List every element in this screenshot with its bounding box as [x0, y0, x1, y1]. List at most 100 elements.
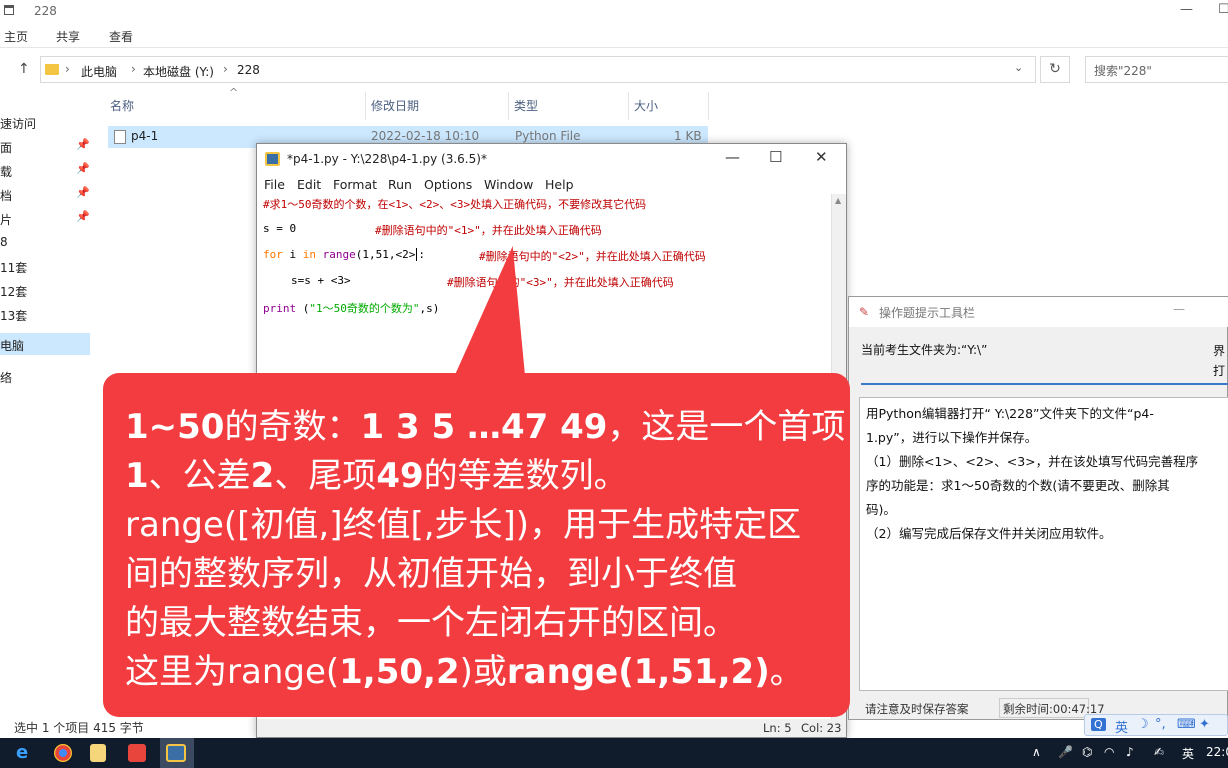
progress-bar: [861, 383, 1228, 385]
instructions-box: 用Python编辑器打开“ Y:\228”文件夹下的文件“p4- 1.py”，进…: [859, 397, 1228, 691]
column-date[interactable]: 修改日期: [371, 97, 419, 114]
column-type[interactable]: 类型: [514, 97, 538, 114]
address-bar[interactable]: › 此电脑 › 本地磁盘 (Y:) › 228: [40, 56, 1036, 83]
tab-home[interactable]: 主页: [4, 28, 28, 45]
sidebar-item[interactable]: 12套: [0, 279, 90, 301]
column-divider: [628, 92, 629, 120]
chevron-down-icon[interactable]: ⌄: [1014, 61, 1023, 74]
menu-format[interactable]: Format: [333, 177, 377, 192]
file-type: Python File: [515, 129, 581, 143]
moon-icon[interactable]: ☽: [1137, 717, 1149, 732]
app-icon[interactable]: [128, 744, 146, 762]
chrome-icon[interactable]: [54, 744, 72, 762]
chevron-up-icon[interactable]: ∧: [1032, 745, 1041, 759]
search-input[interactable]: 搜索"228": [1085, 56, 1228, 83]
sidebar-item[interactable]: 速访问: [0, 111, 90, 133]
maximize-icon[interactable]: ☐: [1218, 2, 1228, 17]
sidebar-item[interactable]: 载 📌: [0, 159, 90, 181]
input-language[interactable]: 英: [1182, 745, 1194, 762]
chevron-right-icon: ›: [131, 62, 136, 76]
edge-icon[interactable]: e: [16, 743, 38, 763]
idle-titlebar: *p4-1.py - Y:\228\p4-1.py (3.6.5)* — ☐ ✕: [257, 144, 846, 174]
column-number: Col: 23: [801, 721, 842, 735]
hint-title: 操作题提示工具栏: [879, 306, 976, 320]
menu-window[interactable]: Window: [484, 177, 533, 192]
ribbon: 主页 共享 查看: [0, 22, 1228, 48]
file-explorer-icon[interactable]: [90, 744, 106, 762]
close-icon[interactable]: ✕: [815, 148, 828, 166]
file-date: 2022-02-18 10:10: [371, 129, 480, 143]
pen-icon[interactable]: ✍: [1154, 745, 1164, 759]
sidebar-item[interactable]: 片 📌: [0, 207, 90, 229]
menu-file[interactable]: File: [264, 177, 285, 192]
sidebar-item-network[interactable]: 络: [0, 365, 90, 387]
tab-view[interactable]: 查看: [109, 28, 133, 45]
sogou-icon[interactable]: Q: [1091, 718, 1106, 731]
sidebar-item[interactable]: 档 📌: [0, 183, 90, 205]
column-divider: [508, 92, 509, 120]
line-number: Ln: 5: [763, 721, 792, 735]
explorer-status: 选中 1 个项目 415 字节: [14, 721, 144, 735]
code-line: #求1～50奇数的个数，在<1>、<2>、<3>处填入正确代码，不要修改其它代码: [263, 198, 647, 211]
menu-help[interactable]: Help: [545, 177, 574, 192]
pin-icon: 📌: [76, 210, 90, 223]
python-file-icon: [114, 130, 126, 144]
breadcrumb-folder[interactable]: 228: [237, 63, 260, 77]
column-divider: [365, 92, 366, 120]
python-idle-icon[interactable]: [166, 744, 186, 762]
tools-icon[interactable]: ✦: [1199, 717, 1210, 732]
hint-titlebar: ✎ 操作题提示工具栏 —: [849, 297, 1228, 327]
column-name[interactable]: 名称: [110, 97, 134, 114]
sidebar-item[interactable]: 13套: [0, 303, 90, 325]
breadcrumb-this-pc[interactable]: 此电脑: [81, 63, 117, 80]
wifi-icon[interactable]: ◠: [1104, 745, 1114, 759]
column-divider: [708, 92, 709, 120]
keyboard-icon[interactable]: ⌨: [1177, 717, 1196, 732]
chevron-right-icon: ›: [65, 62, 70, 76]
idle-menubar: File Edit Format Run Options Window Help: [257, 174, 846, 194]
menu-run[interactable]: Run: [388, 177, 412, 192]
idle-statusbar: Ln: 5 Col: 23: [257, 719, 846, 737]
refresh-button[interactable]: ↻: [1040, 56, 1070, 83]
clock[interactable]: 22:0: [1206, 745, 1228, 759]
tab-share[interactable]: 共享: [56, 28, 80, 45]
scroll-up-icon[interactable]: ▲: [835, 196, 841, 205]
hint-toolbar-window: ✎ 操作题提示工具栏 — 当前考生文件夹为:“Y:\” 界打 用Python编辑…: [848, 296, 1228, 720]
menu-edit[interactable]: Edit: [297, 177, 321, 192]
explorer-titlebar: 228 — ☐: [0, 0, 1228, 22]
address-row: ↑ › 此电脑 › 本地磁盘 (Y:) › 228 ⌄ ↻ 搜索"228": [0, 52, 1228, 88]
ime-toolbar[interactable]: Q 英 ☽ °, ⌨ ✦: [1084, 714, 1228, 736]
current-folder-label: 当前考生文件夹为:“Y:\”: [861, 343, 988, 357]
minimize-icon[interactable]: —: [725, 148, 740, 166]
minimize-icon[interactable]: —: [1180, 2, 1193, 17]
code-line: for i in range(1,51,<2>: #删除语句中的"<2>"，并在此…: [263, 248, 706, 263]
sidebar-item[interactable]: 11套: [0, 255, 90, 277]
code-line: print ("1～50奇数的个数为",s): [263, 302, 440, 315]
sidebar-item-this-pc[interactable]: 电脑: [0, 333, 90, 355]
pin-icon: 📌: [76, 186, 90, 199]
code-line: s=s + <3> #删除语句中的"<3>"，并在此处填入正确代码: [291, 274, 674, 289]
volume-icon[interactable]: ♪: [1126, 745, 1134, 759]
code-line: s = 0 #删除语句中的"<1>"，并在此处填入正确代码: [263, 222, 602, 237]
pen-icon: ✎: [859, 305, 870, 319]
sidebar-item[interactable]: 8: [0, 231, 90, 253]
right-top-text: 界打: [1213, 344, 1226, 378]
idle-title: *p4-1.py - Y:\228\p4-1.py (3.6.5)*: [287, 152, 487, 166]
microphone-icon[interactable]: 🎤: [1058, 745, 1073, 759]
taskbar: e ∧ 🎤 ⌬ ◠ ♪ ✍ 英 22:0: [0, 738, 1228, 768]
pin-icon: 📌: [76, 162, 90, 175]
minimize-icon[interactable]: —: [1173, 302, 1185, 316]
breadcrumb-drive[interactable]: 本地磁盘 (Y:): [143, 63, 214, 80]
maximize-icon[interactable]: ☐: [769, 148, 782, 166]
save-reminder: 请注意及时保存答案: [865, 702, 969, 716]
punctuation-icon[interactable]: °,: [1155, 717, 1166, 732]
ime-language[interactable]: 英: [1115, 717, 1128, 736]
network-icon[interactable]: ⌬: [1082, 745, 1092, 759]
chevron-right-icon: ›: [223, 62, 228, 76]
column-size[interactable]: 大小: [634, 97, 658, 114]
up-arrow-icon[interactable]: ↑: [18, 61, 30, 77]
quick-access-icon[interactable]: [4, 5, 14, 15]
explanation-callout: 1~50的奇数：1 3 5 …47 49，这是一个首项 1、公差2、尾项49的等…: [103, 373, 850, 717]
menu-options[interactable]: Options: [424, 177, 472, 192]
sidebar-item[interactable]: 面 📌: [0, 135, 90, 157]
